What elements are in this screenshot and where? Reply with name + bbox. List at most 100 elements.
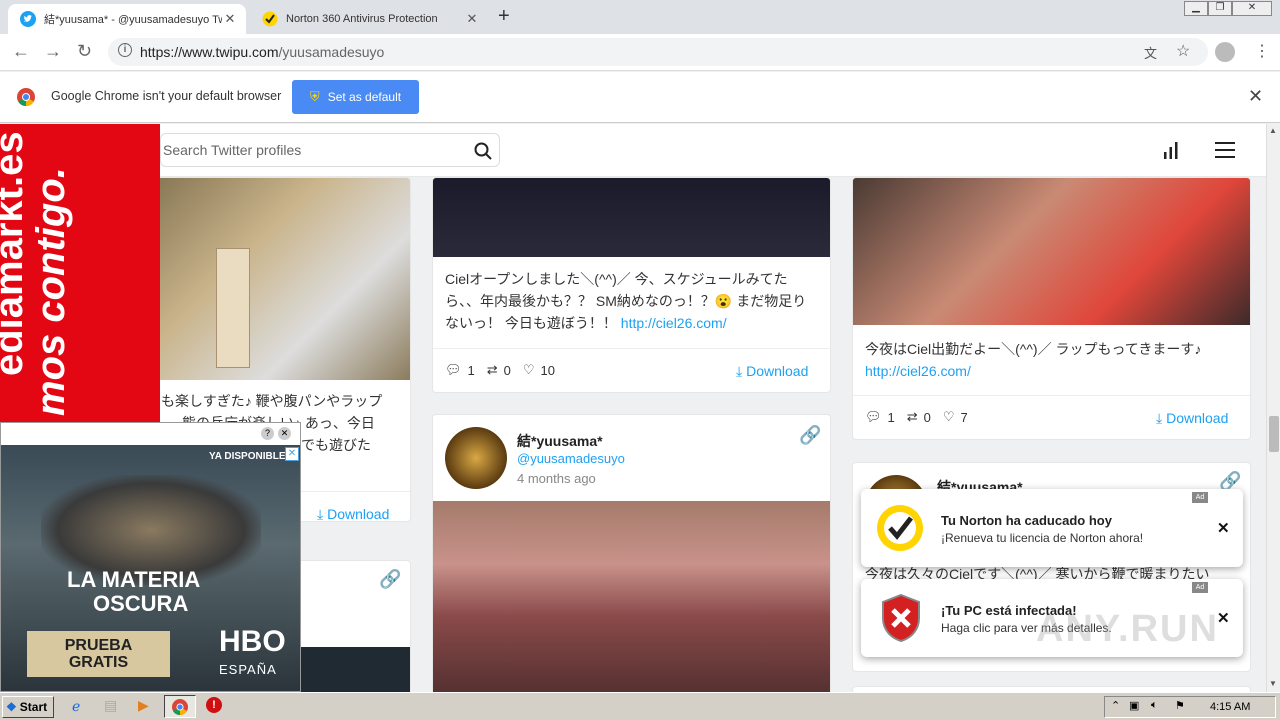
norton-expired-notification[interactable]: Ad Tu Norton ha caducado hoy ¡Renueva tu…	[861, 489, 1243, 567]
avatar[interactable]	[445, 427, 507, 489]
notification-close-icon[interactable]: ✕	[1217, 519, 1230, 537]
charm-image	[216, 248, 250, 368]
tab-title: Norton 360 Antivirus Protection	[286, 13, 438, 25]
reply-icon[interactable]: 💬︎	[445, 362, 462, 378]
retweet-count: 0	[503, 362, 511, 378]
tab-close-icon[interactable]: ✕	[464, 11, 480, 27]
url-text[interactable]: https://www.twipu.com/yuusamadesuyo	[140, 44, 384, 60]
tweet-link[interactable]: http://ciel26.com/	[621, 315, 727, 331]
scroll-thumb[interactable]	[1269, 416, 1279, 452]
user-name[interactable]: 結*yuusama*	[517, 431, 603, 451]
new-tab-button[interactable]: +	[498, 5, 510, 28]
hbo-poster: YA DISPONIBLE ✕ LA MATERIA OSCURA PRUEBA…	[1, 445, 300, 691]
reload-icon[interactable]: ↻	[77, 41, 92, 62]
hbo-cta-line-1: PRUEBA	[64, 637, 133, 654]
tweet-image[interactable]	[853, 178, 1250, 325]
ad-badge: Ad	[1192, 492, 1208, 503]
anyrun-watermark: ANY.RUN	[1036, 608, 1219, 650]
set-as-default-label: Set as default	[327, 90, 402, 104]
tweet-card: 結*yuusama* @yuusamadesuyo 4 months ago 🔗	[432, 414, 831, 692]
ad-info-icon[interactable]: ?	[261, 427, 274, 440]
retweet-count: 0	[923, 409, 931, 425]
minimize-button[interactable]: ▁	[1184, 1, 1208, 16]
shield-x-icon	[882, 593, 920, 643]
infobar-close-icon[interactable]: ✕	[1248, 86, 1263, 107]
page-scrollbar[interactable]: ▲ ▼	[1266, 124, 1280, 692]
start-button[interactable]: ❖ Start	[2, 696, 54, 718]
folder-icon[interactable]: ▤	[104, 697, 117, 714]
search-box[interactable]: Search Twitter profiles	[160, 133, 500, 167]
stats-bar-icon[interactable]	[1163, 141, 1179, 159]
tweet-text-body: 今夜はCiel出勤だよー＼(^^)／ ラップもってきまーす♪	[865, 341, 1202, 357]
tweet-card: Cielオープンしました＼(^^)／ 今、スケジュールみてたら、、年内最後かも？…	[432, 177, 831, 393]
info-icon[interactable]: i	[118, 43, 132, 57]
tab-twipu[interactable]: 結*yuusama* - @yuusamadesuyo Twipu ✕	[8, 4, 246, 34]
menu-kebab-icon[interactable]: ⋮	[1254, 41, 1270, 61]
alert-app-icon[interactable]: !	[206, 697, 222, 713]
user-handle[interactable]: @yuusamadesuyo	[517, 451, 625, 466]
ie-icon[interactable]: ℯ	[72, 698, 80, 715]
ad-close-icon[interactable]: ✕	[278, 427, 291, 440]
hbo-country: ESPAÑA	[219, 662, 277, 677]
tab-norton[interactable]: Norton 360 Antivirus Protection ✕	[250, 4, 488, 34]
download-link[interactable]: ⤓ Download	[317, 506, 389, 521]
back-arrow-icon[interactable]: ←	[12, 41, 30, 62]
forward-arrow-icon[interactable]: →	[44, 41, 62, 62]
close-window-button[interactable]: ✕	[1232, 1, 1272, 16]
hbo-title-line-1: LA MATERIA	[67, 567, 201, 592]
set-as-default-button[interactable]: ⛨ Set as default	[292, 80, 419, 114]
retweet-icon[interactable]: ⇄	[487, 362, 498, 378]
tab-close-icon[interactable]: ✕	[222, 11, 238, 27]
chrome-taskbar-button[interactable]	[164, 695, 196, 718]
hbo-title-line-2: OSCURA	[93, 591, 189, 616]
address-bar[interactable]: i https://www.twipu.com/yuusamadesuyo 文 …	[108, 38, 1208, 66]
network-icon[interactable]: ▣	[1129, 699, 1139, 712]
bookmark-star-icon[interactable]: ☆	[1176, 41, 1190, 61]
volume-icon[interactable]: 🔈︎	[1151, 699, 1158, 712]
search-icon[interactable]	[474, 142, 492, 160]
link-icon[interactable]: 🔗	[379, 569, 401, 590]
retweet-icon[interactable]: ⇄	[907, 409, 918, 425]
divider	[433, 348, 830, 349]
heart-icon[interactable]: ♡	[523, 362, 535, 378]
mediamarkt-ad[interactable]: ediamarkt.es mos contigo.	[0, 124, 160, 424]
download-link[interactable]: ⤓ Download	[1156, 410, 1228, 427]
download-icon: ⤓	[736, 363, 743, 379]
clock[interactable]: 4:15 AM	[1210, 701, 1250, 713]
url-path: /yuusamadesuyo	[278, 44, 385, 60]
tray-expand-icon[interactable]: ⌃	[1111, 699, 1120, 712]
maximize-button[interactable]: ❐	[1208, 1, 1232, 16]
browser-toolbar: ← → ↻ i https://www.twipu.com/yuusamades…	[0, 34, 1280, 71]
reply-count: 1	[467, 362, 475, 378]
scroll-up-arrow-icon[interactable]: ▲	[1269, 126, 1277, 135]
search-input[interactable]: Search Twitter profiles	[163, 142, 301, 158]
hbo-ad[interactable]: ? ✕ YA DISPONIBLE ✕ LA MATERIA OSCURA PR…	[0, 422, 301, 692]
windows-logo-icon: ❖	[6, 700, 17, 714]
translate-icon[interactable]: 文	[1144, 43, 1157, 62]
tweet-stats: 💬︎ 1 ⇄ 0 ♡ 10	[445, 362, 555, 378]
media-player-icon[interactable]: ▶	[138, 697, 149, 714]
start-label: Start	[19, 700, 48, 714]
hbo-cta-button[interactable]: PRUEBA GRATIS	[27, 631, 170, 677]
download-link[interactable]: ⤓ Download	[736, 363, 808, 380]
tweet-image[interactable]	[433, 501, 830, 692]
tweet-image[interactable]	[433, 178, 830, 257]
download-label: Download	[746, 363, 809, 379]
tweet-text: Cielオープンしました＼(^^)／ 今、スケジュールみてたら、、年内最後かも？…	[433, 268, 830, 334]
profile-avatar-icon[interactable]	[1215, 42, 1235, 62]
reply-icon[interactable]: 💬︎	[865, 409, 882, 425]
tweet-link[interactable]: http://ciel26.com/	[865, 363, 971, 379]
scroll-down-arrow-icon[interactable]: ▼	[1269, 679, 1277, 688]
flag-icon[interactable]: ⚑	[1175, 699, 1185, 712]
adchoices-icon[interactable]: ✕	[285, 447, 299, 461]
heart-icon[interactable]: ♡	[943, 409, 955, 425]
windows-taskbar: ❖ Start ℯ ▤ ▶ ! ⌃ ▣ 🔈︎ ⚑ 4:15 AM	[0, 692, 1280, 720]
download-label: Download	[1166, 410, 1229, 426]
tweet-image[interactable]	[121, 178, 410, 380]
hamburger-menu-icon[interactable]	[1215, 142, 1235, 158]
notification-title: Tu Norton ha caducado hoy	[941, 513, 1112, 528]
hbo-cta-line-2: GRATIS	[68, 654, 129, 671]
link-icon[interactable]: 🔗	[799, 425, 821, 446]
tweet-card: 今夜はCiel出勤だよー＼(^^)／ ラップもってきまーす♪ http://cie…	[852, 177, 1251, 440]
like-count: 7	[960, 409, 968, 425]
